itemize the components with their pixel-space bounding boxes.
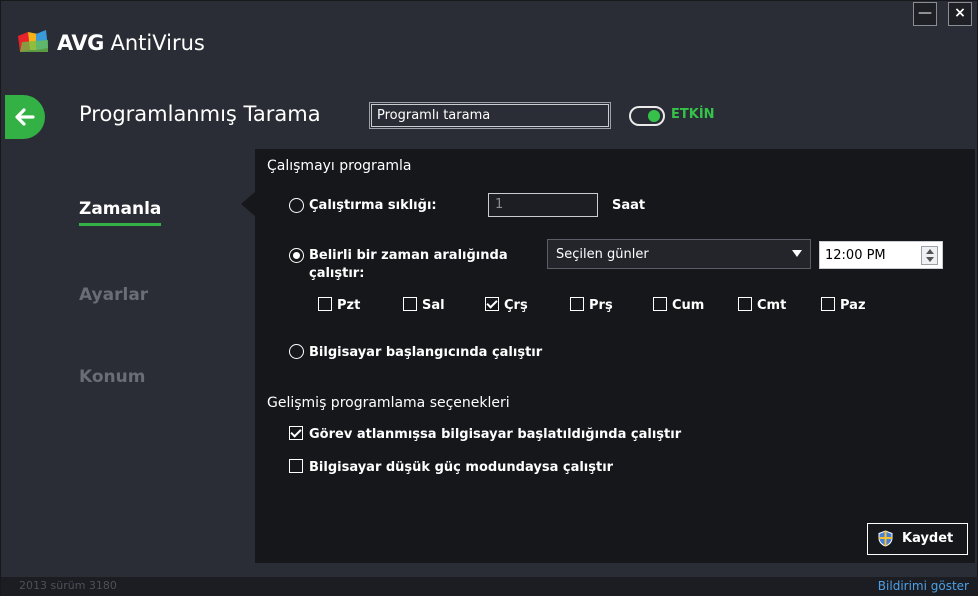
missed-task-label: Görev atlanmışsa bilgisayar başlatıldığı… — [309, 427, 682, 442]
day-checkbox-mon[interactable] — [318, 297, 332, 311]
day-checkbox-sun[interactable] — [821, 297, 835, 311]
show-notification-link[interactable]: Bildirimi göster — [878, 579, 969, 593]
day-label-thu: Prş — [589, 298, 613, 313]
interval-dropdown[interactable]: Seçilen günler — [547, 239, 811, 269]
advanced-section-title: Gelişmiş programlama seçenekleri — [267, 395, 510, 411]
frequency-unit: Saat — [612, 198, 646, 213]
toggle-status-label: ETKİN — [671, 107, 715, 122]
day-label-wed: Çrş — [504, 298, 528, 313]
frequency-radio[interactable] — [289, 198, 304, 213]
day-checkbox-fri[interactable] — [653, 297, 667, 311]
minimize-button[interactable]: — — [913, 2, 937, 26]
frequency-input[interactable]: 1 — [488, 193, 598, 217]
spin-up-icon — [926, 249, 934, 254]
back-button[interactable] — [5, 95, 45, 139]
sidebar-item-schedule[interactable]: Zamanla — [79, 199, 161, 219]
day-checkbox-thu[interactable] — [570, 297, 584, 311]
enabled-toggle[interactable] — [629, 106, 665, 126]
day-checkbox-wed[interactable] — [485, 297, 499, 311]
sidebar-item-settings[interactable]: Ayarlar — [79, 285, 148, 305]
app-window: AVG AntiVirus — × Programlanmış Tarama E… — [0, 0, 978, 596]
frequency-label: Çalıştırma sıklığı: — [309, 198, 437, 213]
close-button[interactable]: × — [948, 2, 972, 26]
status-bar — [1, 577, 978, 596]
interval-label-line1: Belirli bir zaman aralığında — [309, 248, 508, 263]
interval-radio[interactable] — [289, 248, 304, 263]
scan-name-input[interactable] — [371, 104, 609, 127]
avg-logo-icon — [18, 30, 48, 52]
day-label-fri: Cum — [672, 298, 705, 313]
save-button[interactable]: Kaydet — [867, 523, 968, 555]
version-text: 2013 sürüm 3180 — [19, 579, 117, 592]
interval-dropdown-value: Seçilen günler — [556, 247, 649, 262]
day-label-sun: Paz — [840, 298, 866, 313]
time-value: 12:00 PM — [825, 248, 886, 263]
page-title: Programlanmış Tarama — [79, 102, 321, 126]
low-power-checkbox[interactable] — [289, 459, 303, 473]
spin-down-icon — [926, 257, 934, 262]
active-tab-underline — [79, 223, 161, 226]
save-button-label: Kaydet — [902, 531, 954, 546]
day-label-mon: Pzt — [337, 298, 361, 313]
time-input[interactable]: 12:00 PM — [819, 241, 943, 269]
active-tab-pointer — [241, 192, 255, 216]
day-label-sat: Cmt — [757, 298, 787, 313]
schedule-section-title: Çalışmayı programla — [267, 158, 412, 174]
day-checkbox-sat[interactable] — [738, 297, 752, 311]
scan-name-field-frame — [369, 102, 611, 129]
day-label-tue: Sal — [422, 298, 445, 313]
shield-icon — [878, 530, 893, 547]
time-spinner[interactable] — [921, 246, 938, 265]
chevron-down-icon — [792, 250, 802, 257]
app-brand: AVG AntiVirus — [57, 31, 205, 55]
low-power-label: Bilgisayar düşük güç modundaysa çalıştır — [309, 460, 614, 475]
startup-radio[interactable] — [289, 344, 304, 359]
toggle-knob — [648, 110, 660, 122]
missed-task-checkbox[interactable] — [289, 426, 303, 440]
day-checkbox-tue[interactable] — [403, 297, 417, 311]
sidebar-item-location[interactable]: Konum — [79, 367, 145, 387]
startup-label: Bilgisayar başlangıcında çalıştır — [309, 345, 543, 360]
back-arrow-icon — [15, 108, 35, 126]
interval-label-line2: çalıştır: — [309, 266, 365, 281]
